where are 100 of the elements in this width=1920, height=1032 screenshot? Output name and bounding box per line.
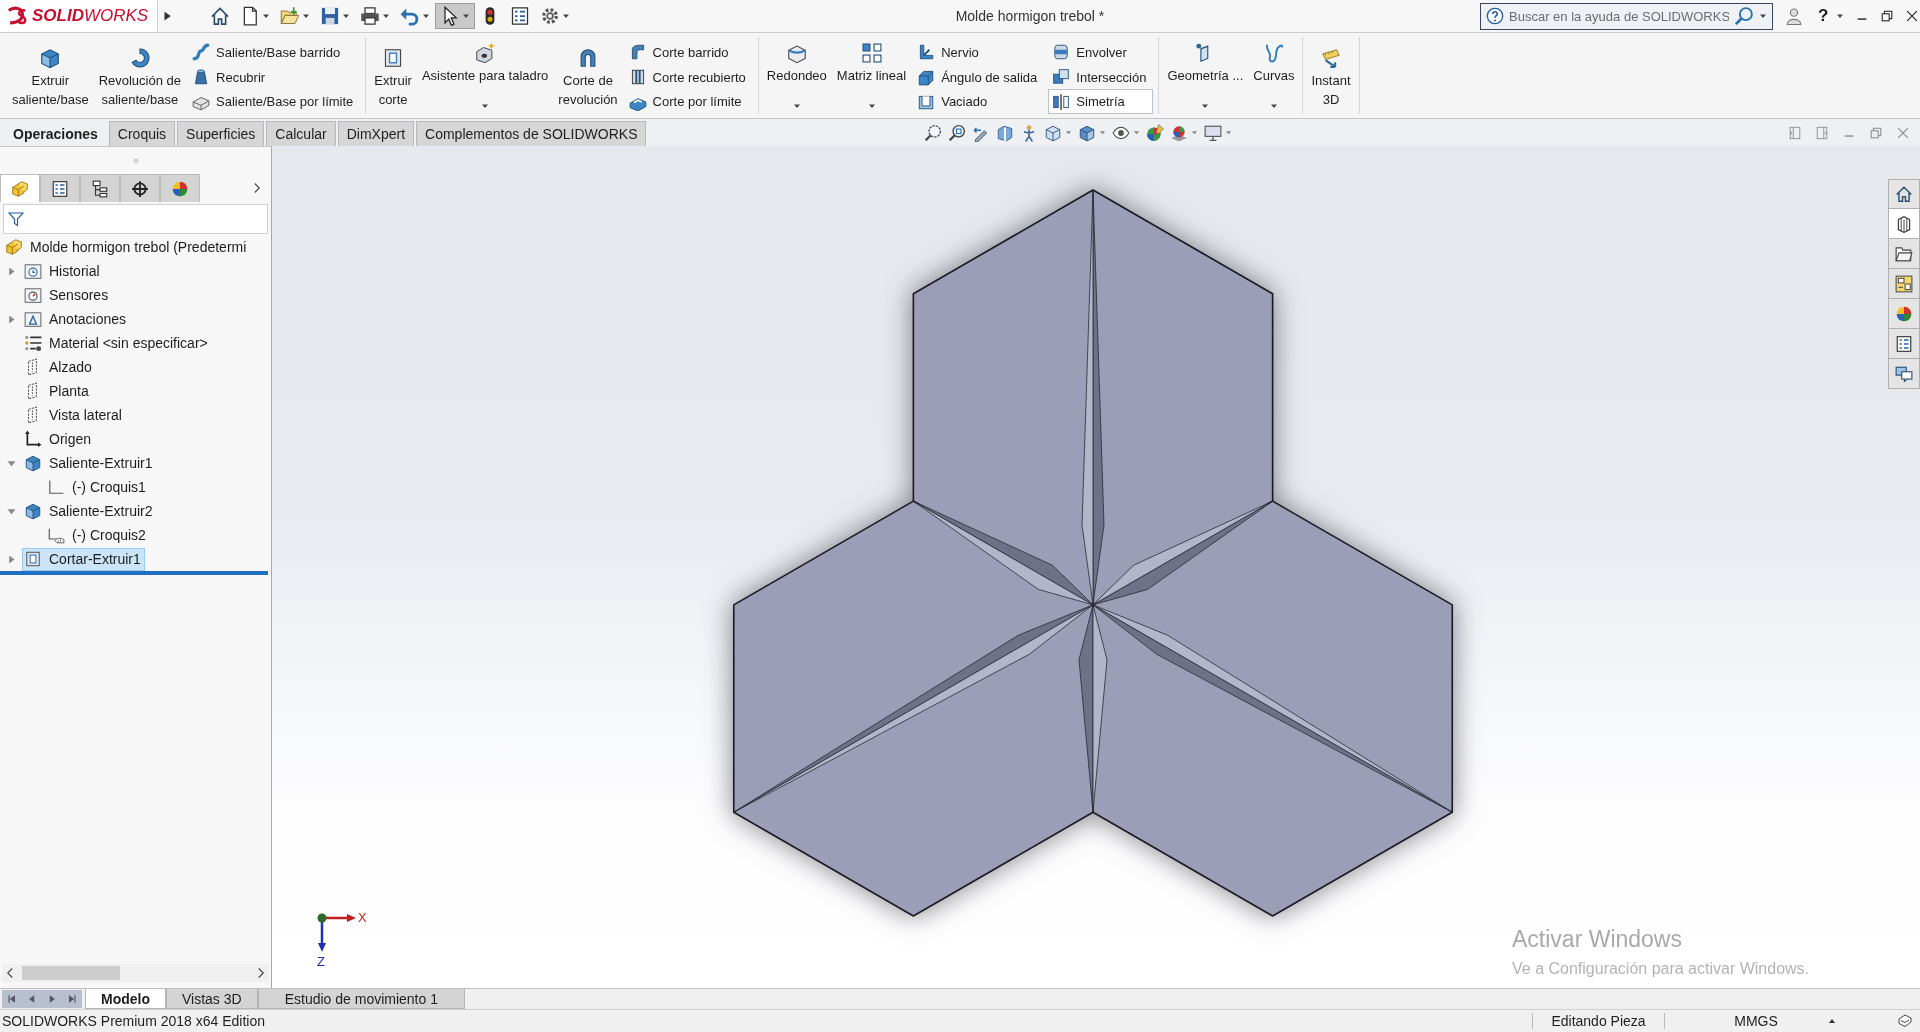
ball-pencil-icon[interactable] [1146,123,1164,142]
command-tab[interactable]: Croquis [108,121,176,146]
ribbon-button[interactable]: Intersección [1048,64,1154,90]
ribbon-button[interactable]: Redondeo [763,37,830,114]
sliced-cube-icon[interactable] [996,123,1014,142]
arrow-right-icon[interactable] [162,11,172,21]
status-text: SOLIDWORKS Premium 2018 x64 Edition [1,1013,265,1029]
triangle-right-icon[interactable] [6,554,16,564]
ribbon-button[interactable]: Matriz lineal [833,37,910,114]
toolbar-button[interactable] [435,3,475,29]
ribbon-button[interactable]: Vaciado [913,89,1045,114]
command-tab[interactable]: Operaciones [4,121,107,146]
task-pane-tab[interactable] [1888,359,1920,389]
tile-left-icon[interactable] [1788,125,1802,140]
close-icon[interactable] [1905,9,1920,23]
caret-icon [262,12,270,20]
caret-icon [1269,102,1278,110]
ribbon-button[interactable]: Simetría [1048,89,1154,114]
magnifier-dashed-icon[interactable] [924,123,942,142]
task-pane-tab[interactable] [1888,269,1920,299]
tile-right-icon[interactable] [1815,125,1829,140]
overlapping-squares-icon [1052,68,1071,86]
ribbon-button[interactable]: Geometría ... [1164,37,1247,114]
tree-item[interactable]: Anotaciones [22,307,131,331]
panel-tab[interactable] [120,174,160,202]
ribbon-button[interactable]: Ángulo de salida [913,64,1045,90]
ribbon-button[interactable]: Corte barrido [624,40,753,65]
caret-icon [1759,12,1767,20]
tree-item[interactable]: Saliente-Extruir2 [22,499,157,523]
cube-frame-icon[interactable] [1044,123,1062,142]
ribbon-button[interactable]: Nervio [913,40,1045,65]
unit-system-selector[interactable]: MMGS [1733,1013,1779,1029]
command-tab[interactable]: Superficies [177,121,265,146]
tree-item[interactable]: Material <sin especificar> [22,331,212,355]
command-tab[interactable]: Complementos de SOLIDWORKS [416,121,647,146]
ribbon-button[interactable]: Corte recubierto [624,64,753,90]
grip-dot-icon[interactable] [131,156,140,165]
hexagon-icon[interactable] [1897,1013,1913,1029]
scrollbar-thumb[interactable] [22,966,120,980]
status-text: Editando Pieza [1532,1013,1665,1029]
triangle-right-icon[interactable] [6,314,16,324]
help-button[interactable]: ? [1815,6,1832,26]
tree-item[interactable]: Planta [22,379,93,403]
monitor-icon[interactable] [1204,123,1222,142]
caret-up-icon[interactable] [1828,1017,1836,1025]
panel-tab[interactable] [80,174,120,202]
restore-icon[interactable] [1880,9,1895,23]
task-pane-tab[interactable] [1888,179,1920,209]
task-pane-tab[interactable] [1888,239,1920,269]
tree-item[interactable]: Vista lateral [22,403,126,427]
tree-item[interactable]: (-) Croquis1 [45,475,150,499]
command-tab[interactable]: Calcular [266,121,336,146]
shaded-cube-icon[interactable] [1078,123,1096,142]
tree-item[interactable]: Origen [22,427,96,451]
ribbon-button[interactable]: Extruir corte [371,37,415,114]
ribbon-button[interactable]: Instant 3D [1308,37,1354,114]
command-tab[interactable]: DimXpert [337,121,415,146]
tree-item[interactable]: Cortar-Extruir1 [22,547,145,571]
tree-item[interactable]: Historial [22,259,104,283]
ribbon-button[interactable]: Extruir saliente/base [9,37,92,114]
last-arrow-icon[interactable] [66,993,78,1005]
ribbon-button[interactable]: Curvas [1250,37,1298,114]
user-icon[interactable] [1785,7,1803,25]
brick-icon [11,179,29,198]
list-icon [510,6,530,26]
task-pane-tab[interactable] [1888,209,1920,239]
ribbon-button[interactable]: Corte de revolución [555,37,621,114]
first-arrow-icon[interactable] [6,993,18,1005]
caret-icon [867,102,876,110]
tree-item[interactable]: Sensores [22,283,113,307]
frustum-icon [192,68,210,86]
bottom-tab[interactable]: Estudio de movimiento 1 [257,989,465,1009]
bottom-tab[interactable]: Vistas 3D [166,989,258,1009]
ribbon-button[interactable]: Asistente para taladro [418,37,552,114]
logo-button[interactable]: SOLIDWORKS [0,0,158,32]
ribbon-button[interactable]: Envolver [1048,40,1154,65]
magnifier-square-icon[interactable] [948,123,966,142]
tree-item[interactable]: Alzado [22,355,96,379]
axis-label: X [358,910,367,925]
filter-field[interactable] [3,204,268,234]
ribbon-button[interactable]: Recubrir [188,64,361,90]
search-field[interactable]: Buscar en la ayuda de SOLIDWORKS [1480,2,1773,30]
tree-item[interactable]: Molde hormigon trebol (Predetermi [3,235,251,259]
triangle-down-icon[interactable] [6,506,16,516]
task-pane-tab[interactable] [1888,329,1920,359]
bottom-tab[interactable]: Modelo [85,989,166,1009]
ribbon-button[interactable]: Saliente/Base por límite [188,89,361,114]
ribbon-button[interactable]: Corte por límite [624,89,753,114]
ribbon-button[interactable]: Saliente/Base barrido [188,40,361,65]
triangle-right-icon[interactable] [6,266,16,276]
tree-item[interactable]: (-) Croquis2 [45,523,150,547]
horizontal-scrollbar[interactable] [2,964,269,982]
activation-text: Ve a Configuración para activar Windows. [1512,960,1810,978]
triangle-down-icon[interactable] [6,458,16,468]
tree-item[interactable]: Saliente-Extruir1 [22,451,157,475]
task-pane-tab[interactable] [1888,299,1920,329]
ball-on-floor-icon[interactable] [1170,123,1188,142]
caret-icon[interactable] [1836,12,1845,20]
ribbon-button[interactable]: Revolución de saliente/base [95,37,184,114]
panel-tab[interactable] [40,174,80,202]
